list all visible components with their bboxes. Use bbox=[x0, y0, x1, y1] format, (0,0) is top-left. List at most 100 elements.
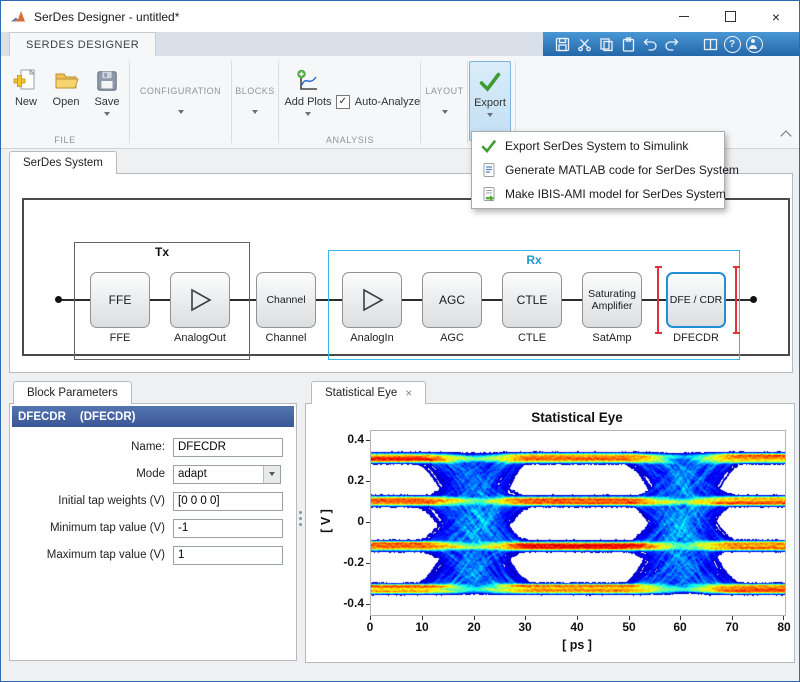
export-button[interactable]: Export bbox=[469, 61, 511, 141]
open-folder-icon bbox=[53, 65, 79, 93]
maximum-tap-value-input[interactable] bbox=[173, 546, 283, 565]
minimize-icon bbox=[679, 16, 689, 17]
undo-icon bbox=[642, 36, 658, 52]
block-satamp[interactable]: Saturating Amplifier bbox=[582, 272, 642, 328]
save-button[interactable]: Save bbox=[89, 61, 125, 141]
undo-button[interactable] bbox=[639, 33, 661, 55]
initial-tap-weights-input[interactable] bbox=[173, 492, 283, 511]
block-ctle[interactable]: CTLE bbox=[502, 272, 562, 328]
caption-analogin: AnalogIn bbox=[336, 332, 408, 344]
analysis-section-label: ANALYSIS bbox=[281, 135, 419, 145]
x-tick: 60 bbox=[660, 620, 700, 634]
paste-icon bbox=[621, 37, 636, 52]
paste-button[interactable] bbox=[617, 33, 639, 55]
collapse-toolstrip-icon[interactable] bbox=[780, 130, 791, 141]
divider bbox=[420, 61, 421, 143]
open-button[interactable]: Open bbox=[47, 61, 85, 141]
block-ffe[interactable]: FFE bbox=[90, 272, 150, 328]
save-quick-button[interactable] bbox=[551, 33, 573, 55]
window-layout-icon bbox=[703, 37, 718, 52]
minimum-tap-value-input[interactable] bbox=[173, 519, 283, 538]
block-agc[interactable]: AGC bbox=[422, 272, 482, 328]
file-section-label: FILE bbox=[1, 135, 129, 145]
export-menu: Export SerDes System to Simulink Generat… bbox=[471, 131, 725, 209]
account-button[interactable] bbox=[743, 33, 765, 55]
tab-statistical-eye[interactable]: Statistical Eye × bbox=[311, 381, 426, 404]
configuration-dropdown[interactable]: CONFIGURATION bbox=[131, 61, 230, 139]
caption-channel: Channel bbox=[256, 332, 316, 344]
menu-item-generate-matlab-code[interactable]: Generate MATLAB code for SerDes System bbox=[472, 158, 724, 182]
param-row-min-tap: Minimum tap value (V) bbox=[10, 517, 296, 539]
new-file-icon bbox=[13, 65, 39, 93]
window-controls: × bbox=[661, 1, 799, 32]
name-input[interactable] bbox=[173, 438, 283, 457]
amplifier-triangle-icon bbox=[185, 285, 215, 315]
copy-button[interactable] bbox=[595, 33, 617, 55]
matlab-logo-icon bbox=[10, 9, 26, 25]
minimum-tap-value-label: Minimum tap value (V) bbox=[10, 522, 173, 534]
divider bbox=[467, 61, 468, 143]
redo-button[interactable] bbox=[661, 33, 683, 55]
menu-item-make-ibis-ami[interactable]: Make IBIS-AMI model for SerDes System bbox=[472, 182, 724, 206]
selection-handle-left[interactable] bbox=[657, 266, 659, 334]
screen: SerDes Designer - untitled* × SERDES DES… bbox=[0, 0, 800, 682]
statistical-eye-panel: Statistical Eye 0.4 0.2 0 -0.2 -0.4 0 10… bbox=[305, 403, 795, 663]
blocks-dropdown[interactable]: BLOCKS bbox=[233, 61, 277, 139]
block-analogout[interactable] bbox=[170, 272, 230, 328]
caption-satamp: SatAmp bbox=[582, 332, 642, 344]
auto-analyze-checkbox[interactable]: ✓ bbox=[336, 95, 350, 109]
help-button[interactable]: ? bbox=[721, 33, 743, 55]
block-analogin[interactable] bbox=[342, 272, 402, 328]
account-icon bbox=[746, 36, 763, 53]
close-button[interactable]: × bbox=[753, 1, 799, 32]
mode-label: Mode bbox=[10, 468, 173, 480]
layout-dropdown[interactable]: LAYOUT bbox=[422, 61, 467, 139]
param-row-max-tap: Maximum tap value (V) bbox=[10, 544, 296, 566]
new-button[interactable]: New bbox=[7, 61, 45, 141]
y-axis-label: [ V ] bbox=[319, 491, 333, 551]
maximum-tap-value-label: Maximum tap value (V) bbox=[10, 549, 173, 561]
x-tick: 0 bbox=[350, 620, 390, 634]
y-tick: -0.2 bbox=[330, 555, 364, 569]
maximize-button[interactable] bbox=[707, 1, 753, 32]
caption-dfecdr: DFECDR bbox=[666, 332, 726, 344]
redo-icon bbox=[664, 36, 680, 52]
selection-handle-right[interactable] bbox=[735, 266, 737, 334]
param-row-mode: Mode adapt bbox=[10, 463, 296, 485]
block-dfecdr[interactable]: DFE / CDR bbox=[666, 272, 726, 328]
add-plots-button[interactable]: Add Plots bbox=[281, 61, 335, 141]
eye-diagram-canvas[interactable] bbox=[371, 431, 785, 615]
layout-arrow-icon bbox=[442, 110, 448, 114]
maximize-icon bbox=[725, 11, 736, 22]
layout-window-button[interactable] bbox=[699, 33, 721, 55]
mode-dropdown-arrow-icon[interactable] bbox=[263, 466, 280, 483]
menu-item-export-simulink[interactable]: Export SerDes System to Simulink bbox=[472, 134, 724, 158]
tab-serdes-designer[interactable]: SERDES DESIGNER bbox=[9, 32, 156, 56]
close-tab-icon[interactable]: × bbox=[405, 387, 412, 399]
blocks-arrow-icon bbox=[252, 110, 258, 114]
add-plots-arrow-icon bbox=[305, 112, 311, 116]
quick-access-toolbar: ? bbox=[543, 32, 799, 56]
mode-dropdown[interactable]: adapt bbox=[173, 465, 281, 484]
param-row-initial-taps: Initial tap weights (V) bbox=[10, 490, 296, 512]
parameters-header: DFECDR (DFECDR) bbox=[12, 406, 294, 427]
tab-serdes-system[interactable]: SerDes System bbox=[9, 151, 117, 174]
block-channel[interactable]: Channel bbox=[256, 272, 316, 328]
titlebar: SerDes Designer - untitled* × bbox=[1, 1, 799, 32]
cut-icon bbox=[577, 37, 592, 52]
y-tick: 0.2 bbox=[330, 473, 364, 487]
x-tick: 30 bbox=[505, 620, 545, 634]
y-tick: 0 bbox=[330, 514, 364, 528]
save-disk-icon bbox=[95, 65, 119, 93]
configuration-arrow-icon bbox=[178, 110, 184, 114]
cut-button[interactable] bbox=[573, 33, 595, 55]
divider bbox=[231, 61, 232, 143]
diagram-canvas[interactable]: Tx FFE FFE AnalogOut Channel Channel Rx … bbox=[22, 198, 790, 356]
panel-splitter[interactable] bbox=[298, 507, 302, 529]
minimize-button[interactable] bbox=[661, 1, 707, 32]
tab-block-parameters[interactable]: Block Parameters bbox=[13, 381, 132, 404]
divider bbox=[278, 61, 279, 143]
chart-title: Statistical Eye bbox=[427, 410, 727, 425]
y-tick: 0.4 bbox=[330, 432, 364, 446]
name-label: Name: bbox=[10, 441, 173, 453]
